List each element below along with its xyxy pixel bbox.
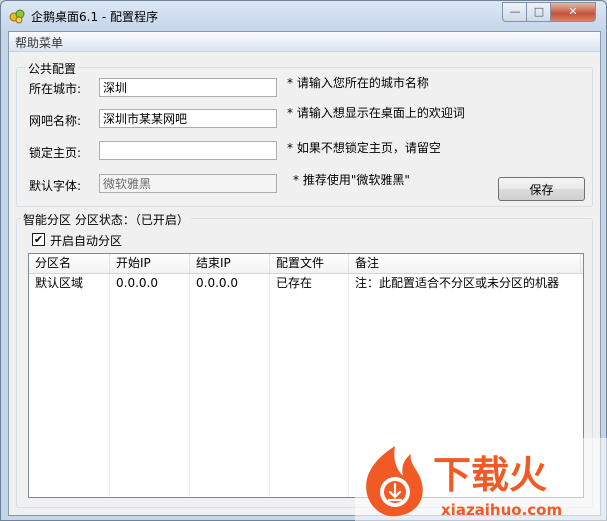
menu-bar: 帮助菜单 [9, 32, 600, 52]
app-logo-icon [9, 9, 25, 24]
cell-note: 注：此配置适合不分区或未分区的机器 [355, 276, 560, 290]
watermark-text: 下载火 [433, 453, 547, 497]
city-label: 所在城市: [29, 82, 82, 96]
column-config-file[interactable]: 配置文件 [270, 254, 349, 273]
minimize-button[interactable]: — [502, 2, 527, 22]
city-hint: * 请输入您所在的城市名称 [287, 76, 429, 90]
city-field[interactable] [99, 78, 277, 97]
cell-start-ip: 0.0.0.0 [116, 276, 158, 290]
menu-help[interactable]: 帮助菜单 [15, 34, 63, 51]
table-row[interactable]: 默认区域 0.0.0.0 0.0.0.0 已存在 注：此配置适合不分区或未分区的… [29, 274, 583, 293]
cell-config-file: 已存在 [276, 276, 313, 290]
font-label: 默认字体: [29, 179, 82, 193]
cafe-name-field[interactable] [99, 109, 277, 128]
column-start-ip[interactable]: 开始IP [110, 254, 190, 273]
column-divider [348, 274, 349, 497]
auto-partition-label[interactable]: 开启自动分区 [50, 232, 122, 249]
column-partition-name[interactable]: 分区名 [29, 254, 110, 273]
partition-legend: 智能分区 分区状态：（已开启） [21, 211, 191, 228]
column-note[interactable]: 备注 [349, 254, 581, 273]
cell-partition-name: 默认区域 [35, 276, 84, 290]
font-field [99, 174, 277, 193]
font-hint: * 推荐使用"微软雅黑" [293, 173, 410, 187]
homepage-field[interactable] [99, 141, 277, 160]
cell-end-ip: 0.0.0.0 [196, 276, 238, 290]
window-title: 企鹅桌面6.1 - 配置程序 [31, 10, 159, 24]
column-divider [269, 274, 270, 497]
cafe-name-label: 网吧名称: [29, 114, 82, 128]
column-divider [189, 274, 190, 497]
watermark-logo: 下载火 xiazaihuo.com [355, 438, 607, 521]
cafe-name-hint: * 请输入想显示在桌面上的欢迎词 [287, 106, 465, 120]
auto-partition-checkbox[interactable]: ✔ [32, 233, 45, 246]
homepage-label: 锁定主页: [29, 146, 82, 160]
maximize-button[interactable]: □ [526, 2, 551, 22]
close-button[interactable]: ✕ [550, 2, 596, 22]
save-button[interactable]: 保存 [498, 177, 585, 201]
watermark-url: xiazaihuo.com [441, 501, 562, 519]
column-end-ip[interactable]: 结束IP [190, 254, 270, 273]
title-bar[interactable]: 企鹅桌面6.1 - 配置程序 — □ ✕ [1, 1, 606, 29]
homepage-hint: * 如果不想锁定主页，请留空 [287, 141, 441, 155]
public-config-legend: 公共配置 [26, 60, 79, 77]
list-header: 分区名 开始IP 结束IP 配置文件 备注 [29, 254, 583, 274]
column-divider [109, 274, 110, 497]
